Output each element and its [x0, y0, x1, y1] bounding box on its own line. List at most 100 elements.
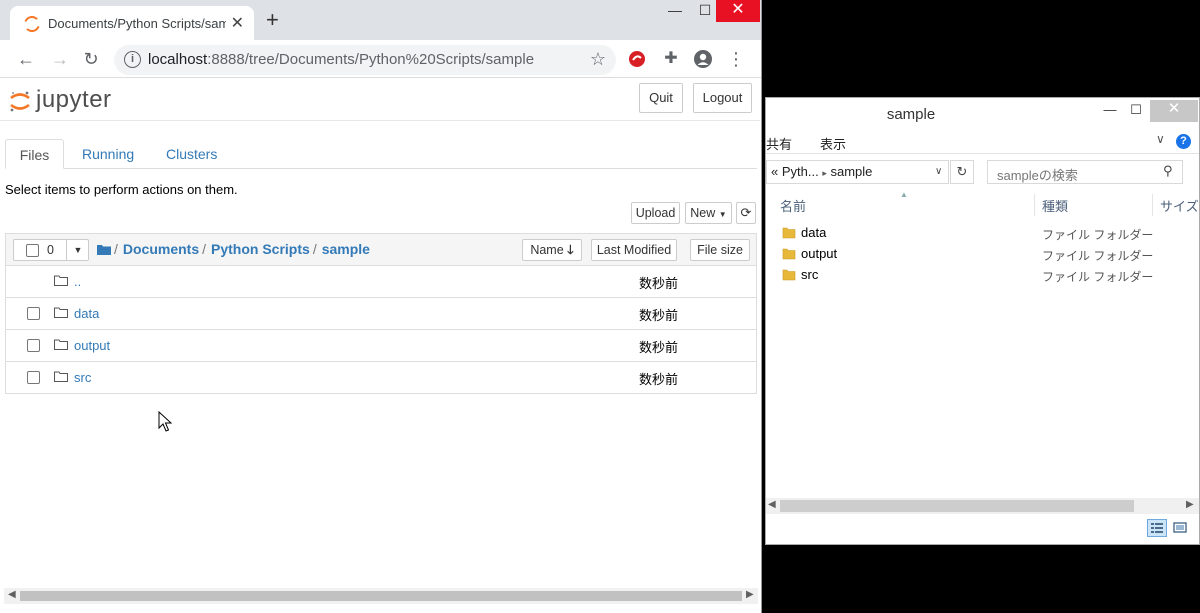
- item-checkbox[interactable]: [27, 339, 40, 352]
- folder-icon: [54, 307, 68, 318]
- file-name[interactable]: ..: [74, 274, 81, 289]
- large-icons-view-button[interactable]: [1170, 519, 1190, 537]
- file-list: 0 ▼ / Documents / Python Scripts / sample Nam…: [5, 233, 757, 394]
- file-name[interactable]: src: [74, 370, 91, 385]
- tab-clusters[interactable]: Clusters: [166, 139, 217, 169]
- select-dropdown-caret-icon[interactable]: ▼: [66, 240, 89, 260]
- reload-icon[interactable]: ↻: [81, 49, 101, 69]
- forward-arrow-icon[interactable]: →: [50, 49, 70, 69]
- explorer-minimize-button[interactable]: —: [1096, 101, 1124, 121]
- url-text: localhost:8888/tree/Documents/Python%20S…: [148, 51, 535, 68]
- column-divider[interactable]: [1152, 194, 1153, 216]
- explorer-close-button[interactable]: ✕: [1150, 100, 1198, 122]
- refresh-list-button[interactable]: ⟳: [736, 202, 756, 224]
- col-kind[interactable]: 種類: [1042, 196, 1068, 215]
- puzzle-extensions-icon[interactable]: ✚: [661, 49, 681, 69]
- sort-up-icon: ▲: [900, 190, 908, 199]
- logout-button[interactable]: Logout: [693, 83, 752, 113]
- item-kind: ファイル フォルダー: [1042, 228, 1154, 242]
- explorer-list-item[interactable]: output ファイル フォルダー: [766, 244, 1199, 265]
- item-kind: ファイル フォルダー: [1042, 270, 1154, 284]
- horizontal-scrollbar[interactable]: ◀ ▶: [4, 588, 758, 604]
- list-item[interactable]: src 数秒前: [6, 362, 756, 394]
- back-arrow-icon[interactable]: ←: [16, 49, 36, 69]
- sort-by-size-button[interactable]: File size: [690, 239, 750, 261]
- quit-button[interactable]: Quit: [639, 83, 683, 113]
- details-view-button[interactable]: [1147, 519, 1167, 537]
- explorer-list-item[interactable]: src ファイル フォルダー: [766, 265, 1199, 286]
- tab-running[interactable]: Running: [82, 139, 134, 169]
- select-all-control[interactable]: 0 ▼: [13, 239, 89, 261]
- browser-tab[interactable]: Documents/Python Scripts/sample ✕: [10, 6, 254, 40]
- info-icon[interactable]: i: [124, 51, 141, 68]
- folder-icon: [782, 269, 796, 281]
- sort-by-name-button[interactable]: Name 🡓: [522, 239, 582, 261]
- tab-close-icon[interactable]: ✕: [231, 13, 244, 33]
- scroll-left-icon[interactable]: ◀: [768, 499, 776, 510]
- window-close-button[interactable]: ✕: [716, 0, 760, 22]
- item-name: output: [801, 246, 838, 261]
- new-dropdown-button[interactable]: New ▼: [685, 202, 732, 224]
- large-icons-view-icon: [1173, 522, 1187, 533]
- ribbon-tab-view[interactable]: 表示: [820, 134, 846, 153]
- list-item[interactable]: output 数秒前: [6, 330, 756, 362]
- extension-red-icon[interactable]: [628, 50, 646, 68]
- explorer-title: sample: [886, 106, 936, 123]
- search-placeholder: sampleの検索: [997, 168, 1078, 183]
- explorer-status-bar: [766, 514, 1199, 544]
- address-bar[interactable]: i localhost:8888/tree/Documents/Python%2…: [114, 45, 616, 75]
- chrome-window: Documents/Python Scripts/sample ✕ + — ☐ …: [0, 0, 762, 613]
- help-icon[interactable]: ?: [1176, 134, 1191, 149]
- col-size[interactable]: サイズ: [1160, 196, 1199, 215]
- column-divider[interactable]: [1034, 194, 1035, 216]
- address-dropdown-icon[interactable]: ∨: [935, 166, 942, 177]
- menu-kebab-icon[interactable]: ⋮: [726, 49, 746, 69]
- details-view-icon: [1151, 523, 1163, 533]
- explorer-address-bar[interactable]: « Pyth... ▸ sample ∨: [766, 160, 949, 184]
- file-name[interactable]: data: [74, 306, 99, 321]
- explorer-search-input[interactable]: sampleの検索 ⚲: [987, 160, 1183, 184]
- ribbon-expand-icon[interactable]: ∨: [1156, 132, 1165, 146]
- scroll-left-icon[interactable]: ◀: [8, 589, 16, 600]
- selected-count: 0: [47, 243, 54, 257]
- breadcrumb-documents[interactable]: Documents: [123, 241, 199, 257]
- explorer-list-item[interactable]: data ファイル フォルダー: [766, 223, 1199, 244]
- window-minimize-button[interactable]: —: [660, 0, 690, 22]
- item-kind: ファイル フォルダー: [1042, 249, 1154, 263]
- explorer-refresh-icon[interactable]: ↻: [950, 160, 974, 184]
- jupyter-logo-icon: [10, 91, 30, 112]
- item-checkbox[interactable]: [27, 307, 40, 320]
- profile-avatar-icon[interactable]: [693, 49, 713, 69]
- breadcrumb: / Documents / Python Scripts / sample: [97, 241, 370, 257]
- upload-button[interactable]: Upload: [631, 202, 680, 224]
- scrollbar-thumb[interactable]: [20, 591, 742, 601]
- new-tab-icon[interactable]: +: [266, 9, 279, 31]
- scroll-right-icon[interactable]: ▶: [1186, 499, 1194, 510]
- explorer-horizontal-scrollbar[interactable]: ◀ ▶: [766, 498, 1199, 514]
- file-list-header: 0 ▼ / Documents / Python Scripts / sample Nam…: [6, 234, 756, 266]
- search-icon[interactable]: ⚲: [1163, 163, 1173, 179]
- jupyter-logo[interactable]: jupyter: [8, 85, 128, 115]
- explorer-ribbon: 共有 表示 ∨ ?: [766, 130, 1199, 154]
- file-modified: 数秒前: [639, 276, 679, 291]
- list-item[interactable]: .. 数秒前: [6, 266, 756, 298]
- tab-files[interactable]: Files: [5, 139, 64, 169]
- folder-icon: [54, 339, 68, 350]
- item-checkbox[interactable]: [27, 371, 40, 384]
- folder-home-icon[interactable]: [97, 244, 111, 255]
- col-name[interactable]: 名前: [780, 196, 806, 215]
- explorer-maximize-button[interactable]: ☐: [1122, 101, 1150, 121]
- breadcrumb-python-scripts[interactable]: Python Scripts: [211, 241, 310, 257]
- breadcrumb-sample[interactable]: sample: [322, 241, 370, 257]
- select-all-checkbox[interactable]: [26, 244, 39, 257]
- scroll-right-icon[interactable]: ▶: [746, 589, 754, 600]
- file-modified: 数秒前: [639, 372, 679, 387]
- scrollbar-thumb[interactable]: [780, 500, 1134, 512]
- file-name[interactable]: output: [74, 338, 110, 353]
- tab-strip: Documents/Python Scripts/sample ✕ + — ☐ …: [0, 0, 761, 40]
- ribbon-tab-share[interactable]: 共有: [766, 134, 792, 153]
- item-name: data: [801, 225, 827, 240]
- list-item[interactable]: data 数秒前: [6, 298, 756, 330]
- sort-by-modified-button[interactable]: Last Modified: [591, 239, 677, 261]
- bookmark-star-icon[interactable]: ☆: [590, 49, 606, 70]
